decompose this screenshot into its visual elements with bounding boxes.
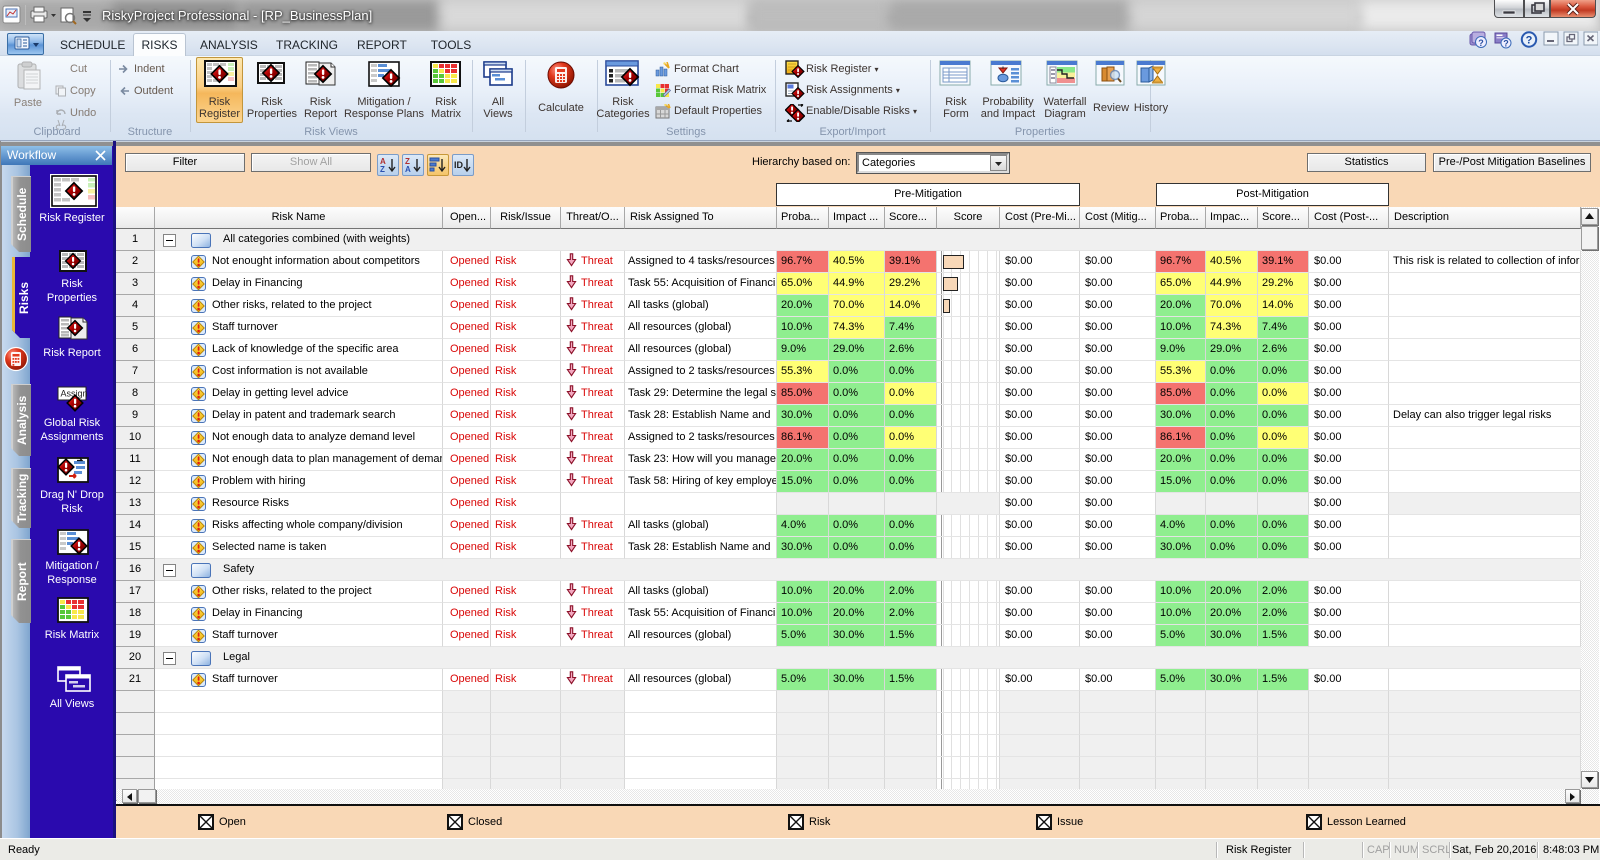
svg-text:?: ? — [1503, 39, 1509, 49]
svg-text:?: ? — [1478, 38, 1484, 48]
svg-text:?: ? — [1526, 35, 1533, 47]
svg-text:ID: ID — [454, 160, 464, 170]
svg-text:Z: Z — [380, 165, 385, 174]
svg-text:A: A — [405, 165, 411, 174]
